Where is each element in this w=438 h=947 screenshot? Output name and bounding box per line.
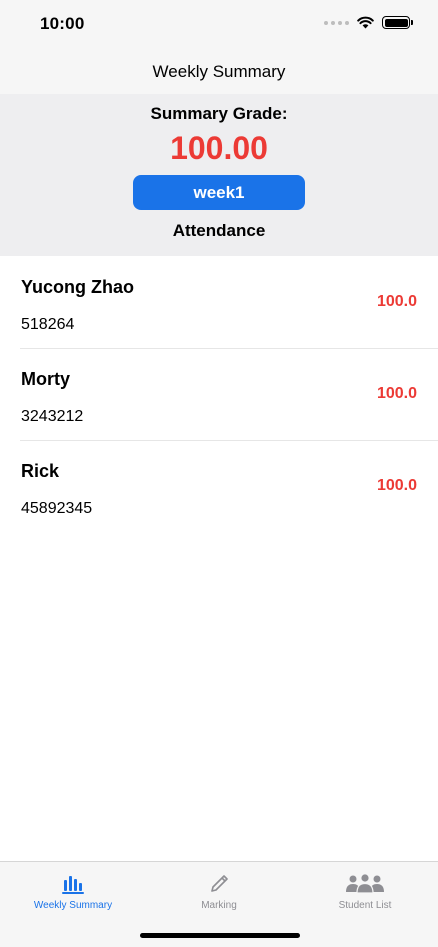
student-name: Morty	[21, 369, 70, 389]
tab-label: Marking	[201, 900, 237, 911]
student-score: 100.0	[376, 477, 417, 494]
tab-label: Weekly Summary	[33, 900, 113, 911]
status-time: 10:00	[40, 14, 85, 33]
summary-category-label: Attendance	[172, 221, 266, 240]
summary-header: Summary Grade: 100.00 week1 Attendance	[0, 94, 438, 256]
student-row[interactable]: Yucong Zhao 518264 100.0	[0, 256, 438, 348]
pencil-icon	[208, 872, 230, 896]
wifi-icon	[357, 16, 374, 29]
battery-icon	[382, 16, 413, 29]
tab-label: Student List	[338, 900, 392, 911]
student-score: 100.0	[376, 385, 417, 402]
chart-bar-icon	[61, 872, 85, 896]
student-row[interactable]: Morty 3243212 100.0	[0, 348, 438, 440]
tab-weekly-summary[interactable]: Weekly Summary	[0, 862, 146, 918]
student-id: 518264	[21, 316, 75, 333]
summary-grade-label: Summary Grade:	[150, 104, 288, 123]
student-id: 3243212	[21, 408, 84, 425]
cellular-signal-icon	[324, 20, 349, 25]
student-list: Yucong Zhao 518264 100.0 Morty 3243212 1…	[0, 256, 438, 532]
status-bar: 10:00	[0, 0, 438, 50]
student-id: 45892345	[21, 500, 93, 517]
student-row[interactable]: Rick 45892345 100.0	[0, 440, 438, 532]
tab-marking[interactable]: Marking	[146, 862, 292, 918]
page-title: Weekly Summary	[152, 62, 286, 81]
status-icons	[324, 16, 413, 29]
summary-grade-value: 100.00	[170, 130, 268, 166]
student-score: 100.0	[376, 293, 417, 310]
student-name: Rick	[21, 461, 60, 481]
week-select-button[interactable]: week1	[133, 175, 305, 210]
student-name: Yucong Zhao	[21, 277, 135, 297]
navigation-bar: Weekly Summary	[0, 50, 438, 94]
home-indicator	[140, 933, 300, 938]
people-icon	[344, 872, 386, 896]
tab-student-list[interactable]: Student List	[292, 862, 438, 918]
